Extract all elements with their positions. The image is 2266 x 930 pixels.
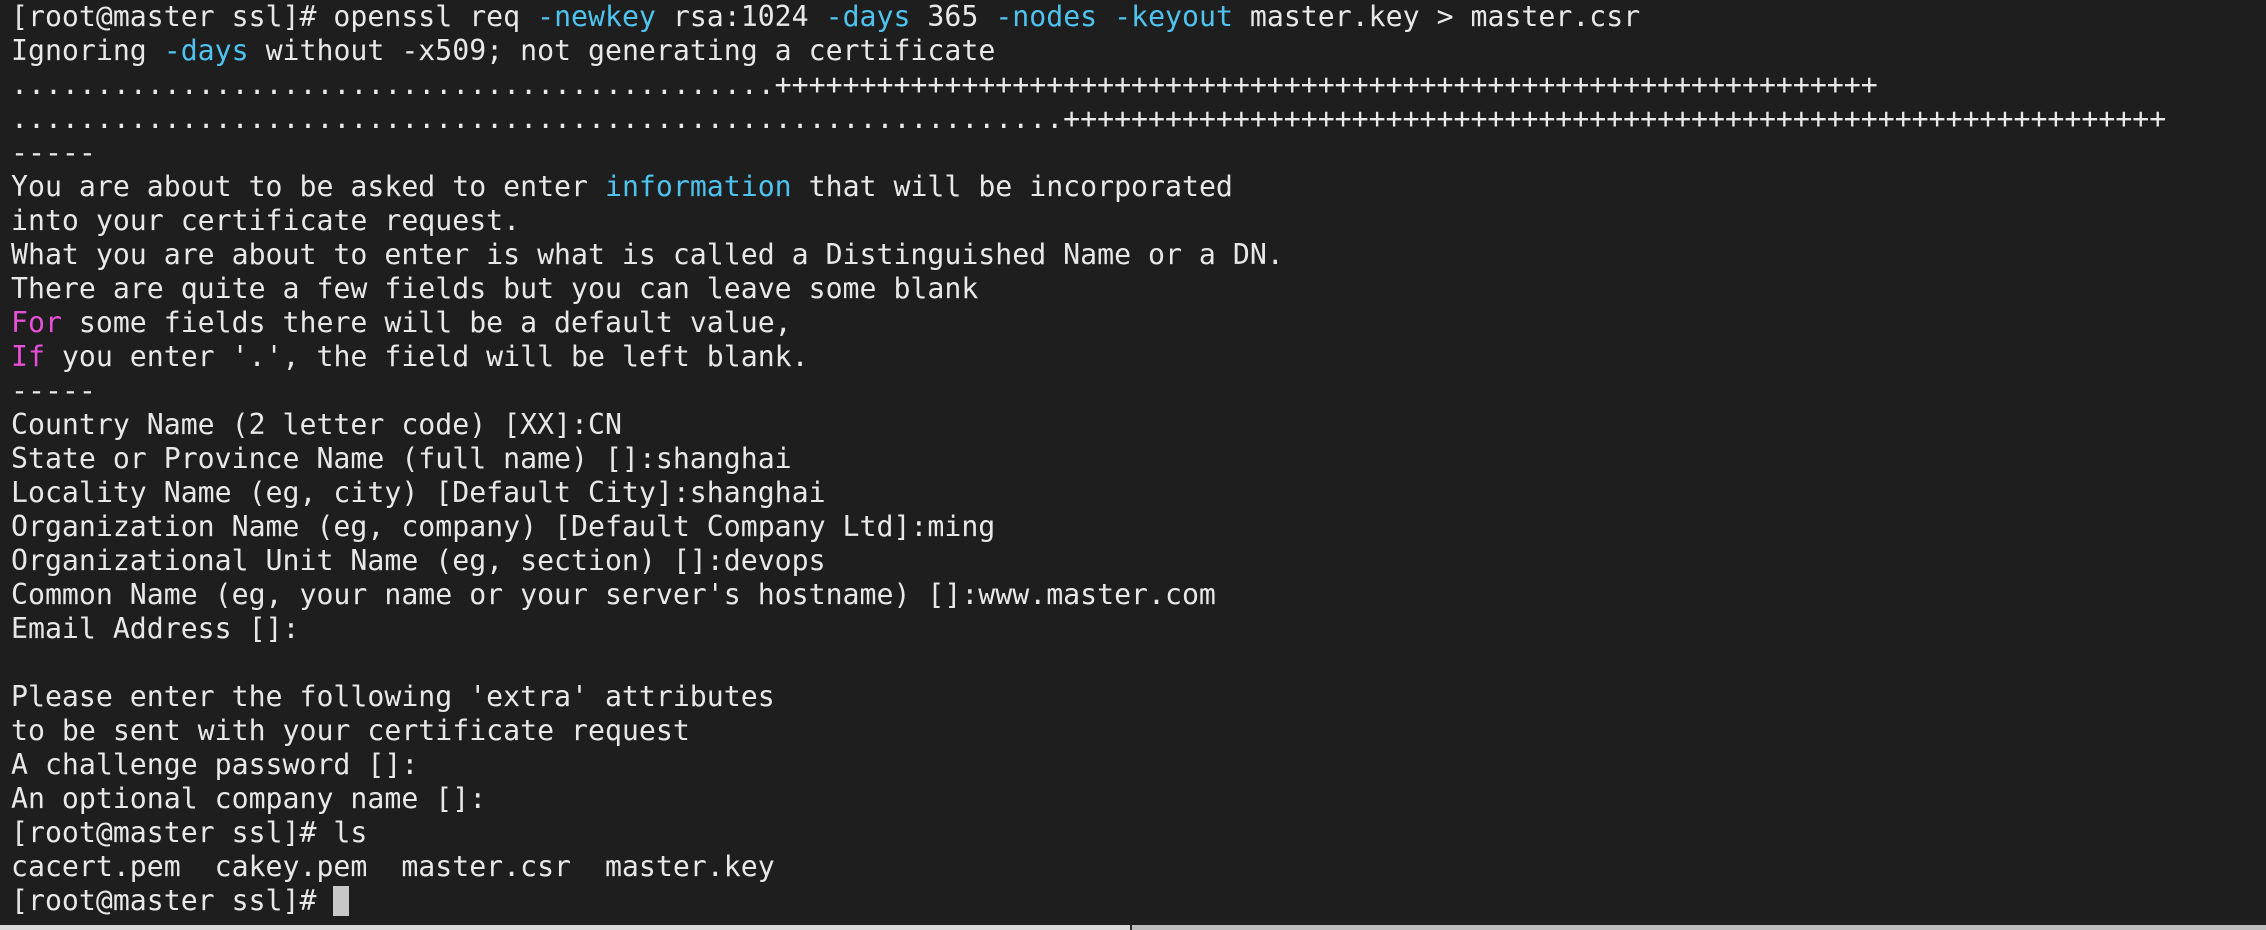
scrollbar-track-segment xyxy=(1132,925,2266,930)
terminal-text: Please enter the following 'extra' attri… xyxy=(11,680,775,713)
terminal-text: cacert.pem cakey.pem master.csr master.k… xyxy=(11,850,775,883)
terminal-line: Email Address []: xyxy=(11,612,2266,646)
terminal-text: ----- xyxy=(11,136,96,169)
terminal-line: A challenge password []: xyxy=(11,748,2266,782)
terminal-text: State or Province Name (full name) []:sh… xyxy=(11,442,792,475)
terminal-text: rsa:1024 xyxy=(655,0,826,33)
terminal-text: you enter '.', the field will be left bl… xyxy=(44,340,809,373)
terminal-line: cacert.pem cakey.pem master.csr master.k… xyxy=(11,850,2266,884)
horizontal-scrollbar[interactable] xyxy=(0,925,2266,930)
terminal-text: What you are about to enter is what is c… xyxy=(11,238,1284,271)
terminal-line: Locality Name (eg, city) [Default City]:… xyxy=(11,476,2266,510)
command-option-text: -days xyxy=(163,34,249,67)
terminal-text: that will be incorporated xyxy=(791,170,1233,203)
terminal-text: to be sent with your certificate request xyxy=(11,714,690,747)
terminal-text: ........................................… xyxy=(11,68,1878,101)
terminal-text: without -x509; not generating a certific… xyxy=(248,34,996,67)
terminal-line: An optional company name []: xyxy=(11,782,2266,816)
terminal-text: There are quite a few fields but you can… xyxy=(11,272,979,305)
terminal-line: ........................................… xyxy=(11,102,2266,136)
terminal-text: 365 xyxy=(910,0,996,33)
terminal-line: ----- xyxy=(11,374,2266,408)
terminal-line: There are quite a few fields but you can… xyxy=(11,272,2266,306)
terminal-line: [root@master ssl]# ls xyxy=(11,816,2266,850)
terminal-text: some fields there will be a default valu… xyxy=(61,306,792,339)
terminal-line: to be sent with your certificate request xyxy=(11,714,2266,748)
terminal-line: What you are about to enter is what is c… xyxy=(11,238,2266,272)
terminal-text: You are about to be asked to enter xyxy=(11,170,605,203)
terminal-text: [root@master ssl]# ls xyxy=(11,816,368,849)
text-cursor xyxy=(333,886,350,916)
scrollbar-thumb[interactable] xyxy=(0,925,1130,930)
terminal-line: State or Province Name (full name) []:sh… xyxy=(11,442,2266,476)
terminal-prompt-line[interactable]: [root@master ssl]# xyxy=(11,884,2266,918)
terminal-text: An optional company name []: xyxy=(11,782,487,815)
terminal-text: master.key > master.csr xyxy=(1232,0,1641,33)
terminal-line: ----- xyxy=(11,136,2266,170)
terminal-line: [root@master ssl]# openssl req -newkey r… xyxy=(11,0,2266,34)
terminal-line: Common Name (eg, your name or your serve… xyxy=(11,578,2266,612)
terminal-text: ----- xyxy=(11,374,96,407)
terminal-text: A challenge password []: xyxy=(11,748,419,781)
terminal-output: [root@master ssl]# openssl req -newkey r… xyxy=(11,0,2266,884)
terminal-line: ........................................… xyxy=(11,68,2266,102)
terminal-text: Email Address []: xyxy=(11,612,300,645)
terminal-line: Organizational Unit Name (eg, section) [… xyxy=(11,544,2266,578)
terminal-line: Please enter the following 'extra' attri… xyxy=(11,680,2266,714)
keyword-text: If xyxy=(11,340,45,373)
terminal-line: Country Name (2 letter code) [XX]:CN xyxy=(11,408,2266,442)
terminal-window[interactable]: [root@master ssl]# openssl req -newkey r… xyxy=(0,0,2266,930)
terminal-line: Ignoring -days without -x509; not genera… xyxy=(11,34,2266,68)
command-option-text: -keyout xyxy=(1114,0,1233,33)
terminal-text: Common Name (eg, your name or your serve… xyxy=(11,578,1216,611)
command-option-text: -days xyxy=(825,0,911,33)
keyword-text: For xyxy=(11,306,62,339)
terminal-line: Organization Name (eg, company) [Default… xyxy=(11,510,2266,544)
command-option-text: information xyxy=(604,170,792,203)
terminal-text: Country Name (2 letter code) [XX]:CN xyxy=(11,408,622,441)
terminal-text: Locality Name (eg, city) [Default City]:… xyxy=(11,476,826,509)
terminal-text: ........................................… xyxy=(11,102,2167,135)
command-option-text: -nodes xyxy=(995,0,1098,33)
shell-prompt: [root@master ssl]# xyxy=(11,884,334,917)
terminal-line: into your certificate request. xyxy=(11,204,2266,238)
terminal-text: into your certificate request. xyxy=(11,204,521,237)
terminal-text: Ignoring xyxy=(11,34,164,67)
terminal-line: You are about to be asked to enter infor… xyxy=(11,170,2266,204)
terminal-text: Organizational Unit Name (eg, section) [… xyxy=(11,544,826,577)
command-option-text: -newkey xyxy=(537,0,656,33)
terminal-text: [root@master ssl]# openssl req xyxy=(11,0,538,33)
terminal-line: For some fields there will be a default … xyxy=(11,306,2266,340)
terminal-text: Organization Name (eg, company) [Default… xyxy=(11,510,996,543)
terminal-line: If you enter '.', the field will be left… xyxy=(11,340,2266,374)
